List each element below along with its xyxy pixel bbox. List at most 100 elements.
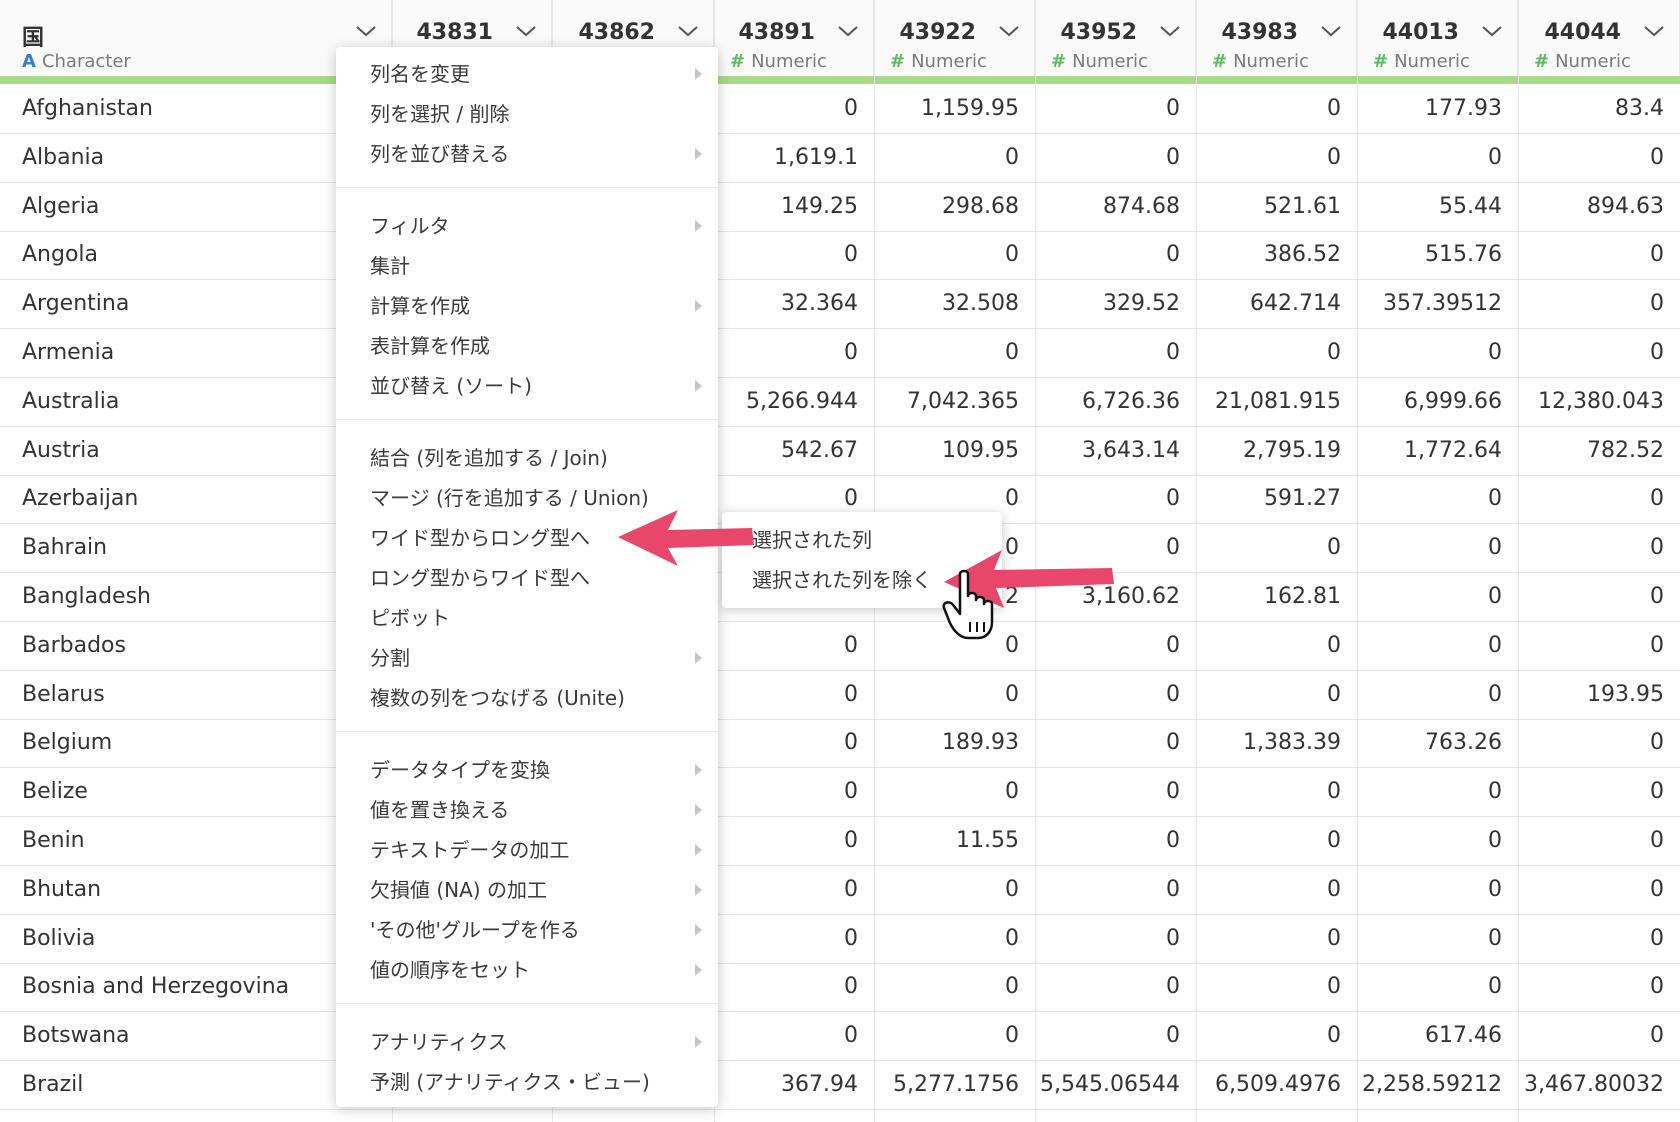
country-cell: Afghanistan (22, 96, 153, 121)
numeric-cell: 0 (844, 828, 858, 853)
country-cell: Bolivia (22, 925, 96, 951)
menu-item[interactable]: 列を並び替える (336, 135, 718, 173)
table-row: Botswana 0 0 0 0 617.46 0 (0, 1013, 1680, 1062)
chevron-right-icon (695, 380, 702, 392)
menu-item[interactable]: 'その他'グループを作る (336, 911, 718, 949)
column-header[interactable]: 43891 # Numeric (714, 0, 874, 76)
numeric-cell: 0 (1166, 779, 1180, 805)
country-cell: Austria (22, 437, 100, 463)
menu-item[interactable]: ロング型からワイド型へ (336, 559, 718, 597)
menu-item[interactable]: 複数の列をつなげる (Unite) (336, 679, 718, 717)
chevron-down-icon[interactable] (515, 24, 537, 38)
numeric-cell: 0 (1327, 1023, 1341, 1049)
column-header[interactable]: 44013 # Numeric (1357, 0, 1518, 76)
numeric-cell: 0 (1166, 535, 1180, 561)
menu-item-label: マージ (行を追加する / Union) (370, 486, 649, 510)
numeric-cell: 11.55 (956, 828, 1019, 853)
menu-item[interactable]: 列名を変更 (336, 55, 718, 93)
numeric-cell: 55.44 (1439, 193, 1502, 219)
menu-item[interactable]: 結合 (列を追加する / Join) (336, 439, 718, 477)
menu-item[interactable]: 並び替え (ソート) (336, 367, 718, 405)
chevron-down-icon[interactable] (355, 24, 377, 38)
menu-item[interactable]: ピボット (336, 599, 718, 637)
menu-item-label: 値を置き換える (370, 798, 510, 822)
column-type-text: Numeric (1072, 51, 1148, 72)
numeric-cell: 0 (1005, 974, 1019, 1000)
menu-item[interactable]: 計算を作成 (336, 287, 718, 325)
numeric-cell: 782.52 (1587, 437, 1664, 463)
menu-item[interactable]: 予測 (アナリティクス・ビュー) (336, 1063, 718, 1101)
table-row: Bhutan 0 0 0 0 0 0 (0, 867, 1680, 915)
country-cell: Belarus (22, 681, 105, 707)
numeric-cell: 0 (1327, 828, 1341, 853)
column-header[interactable]: 43983 # Numeric (1196, 0, 1357, 76)
chevron-down-icon[interactable] (837, 24, 859, 38)
chevron-down-icon[interactable] (998, 24, 1020, 38)
numeric-cell: 0 (1005, 925, 1019, 951)
numeric-cell: 0 (1488, 632, 1502, 658)
menu-item-label: 集計 (370, 254, 410, 278)
table-row: Belgium 0 189.93 0 1,383.39 763.26 0 (0, 720, 1680, 769)
menu-item[interactable]: ワイド型からロング型へ (336, 519, 718, 557)
numeric-cell: 3,643.14 (1082, 437, 1180, 463)
table-row: Bolivia 0 0 0 0 0 0 (0, 916, 1680, 964)
numeric-cell: 0 (1650, 876, 1664, 902)
menu-item[interactable]: データタイプを変換 (336, 751, 718, 789)
menu-item[interactable]: 表計算を作成 (336, 327, 718, 365)
chevron-down-icon[interactable] (677, 24, 699, 38)
column-header[interactable]: 国 A Character (0, 0, 392, 76)
submenu-item[interactable]: 選択された列を除く (722, 560, 1002, 600)
numeric-cell: 0 (1005, 681, 1019, 707)
menu-item-label: 分割 (370, 646, 410, 670)
numeric-cell: 617.46 (1425, 1023, 1502, 1049)
numeric-cell: 0 (1166, 974, 1180, 1000)
chevron-right-icon (695, 652, 702, 664)
numeric-cell: 0 (1005, 340, 1019, 365)
numeric-cell: 0 (1327, 340, 1341, 365)
menu-item[interactable]: フィルタ (336, 207, 718, 245)
menu-separator (336, 187, 718, 188)
numeric-cell: 0 (1005, 1023, 1019, 1049)
country-cell: Brazil (22, 1072, 84, 1097)
column-type-text: Character (41, 51, 131, 72)
numeric-cell: 0 (1166, 340, 1180, 365)
menu-item[interactable]: 集計 (336, 247, 718, 285)
menu-item[interactable]: マージ (行を追加する / Union) (336, 479, 718, 517)
menu-item-label: テキストデータの加工 (370, 838, 570, 862)
chevron-down-icon[interactable] (1320, 24, 1342, 38)
table-row: Algeria 149.25 298.68 874.68 521.61 55.44 894.… (0, 184, 1680, 232)
menu-item[interactable]: アナリティクス (336, 1023, 718, 1061)
numeric-cell: 329.52 (1103, 291, 1180, 317)
menu-item[interactable]: 分割 (336, 639, 718, 677)
numeric-cell: 298.68 (942, 193, 1019, 219)
numeric-cell: 7,042.365 (907, 388, 1019, 414)
column-header[interactable]: 44044 # Numeric (1518, 0, 1680, 76)
numeric-cell: 6,999.66 (1404, 388, 1502, 414)
column-header[interactable]: 43922 # Numeric (874, 0, 1035, 76)
column-context-menu: 列名を変更 列を選択 / 削除 列を並び替えるフィルタ集計計算を作成 表計算を作成 並び… (336, 47, 718, 1107)
menu-item[interactable]: 欠損値 (NA) の加工 (336, 871, 718, 909)
column-type-label: # Numeric (730, 51, 827, 72)
country-cell: Bhutan (22, 876, 102, 902)
submenu-item[interactable]: 選択された列 (722, 520, 1002, 560)
menu-item[interactable]: テキストデータの加工 (336, 831, 718, 869)
menu-item[interactable]: 列を選択 / 削除 (336, 95, 718, 133)
country-cell: Bahrain (22, 535, 108, 561)
country-cell: Belize (22, 779, 88, 805)
header-quality-bar (0, 76, 1680, 84)
numeric-cell: 83.4 (1615, 96, 1664, 121)
chevron-right-icon (695, 220, 702, 232)
country-cell: Australia (22, 388, 120, 414)
chevron-down-icon[interactable] (1481, 24, 1503, 38)
numeric-cell: 0 (844, 681, 858, 707)
numeric-cell: 0 (1005, 242, 1019, 268)
chevron-right-icon (695, 844, 702, 856)
menu-item[interactable]: 値の順序をセット (336, 951, 718, 989)
menu-item-label: フィルタ (370, 214, 450, 238)
column-header[interactable]: 43952 # Numeric (1035, 0, 1196, 76)
chevron-down-icon[interactable] (1159, 24, 1181, 38)
chevron-down-icon[interactable] (1643, 24, 1665, 38)
menu-item[interactable]: 値を置き換える (336, 791, 718, 829)
column-type-text: Numeric (1394, 51, 1470, 72)
numeric-cell: 0 (1488, 340, 1502, 365)
